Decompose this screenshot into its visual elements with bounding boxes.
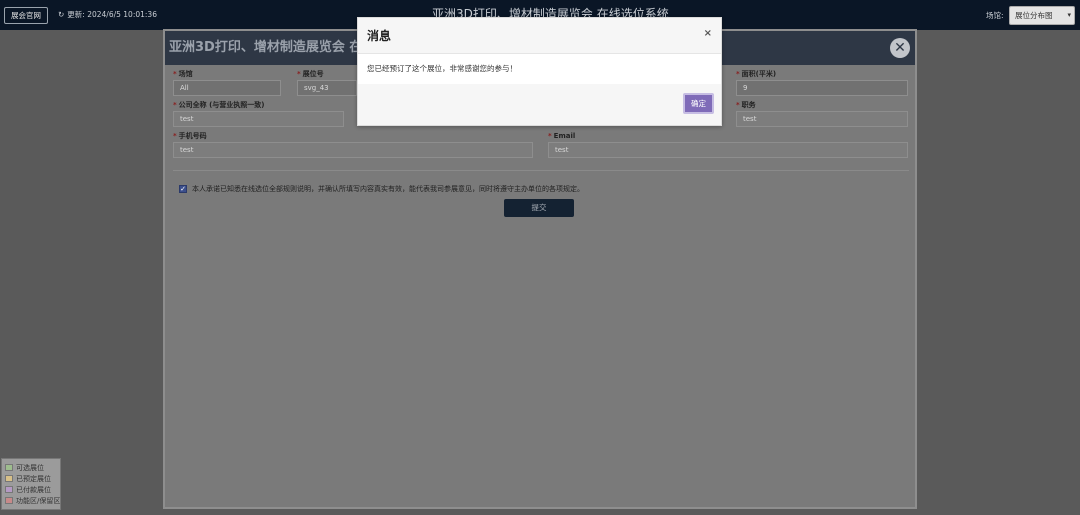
company-field-label: * 公司全称 (与营业执照一致) xyxy=(173,101,265,109)
dialog-body: 您已经预订了这个展位，非常感谢您的参与！ xyxy=(358,54,721,84)
position-field[interactable]: test xyxy=(736,111,908,127)
legend-swatch xyxy=(5,497,13,504)
agreement-checkbox[interactable]: ✓ xyxy=(179,185,187,193)
position-field-label: * 职务 xyxy=(736,101,756,109)
agreement-text: 本人承诺已知悉在线选位全部规则说明，并确认所填写内容真实有效，能代表我司参展意见… xyxy=(192,185,584,193)
booth-no-field-label: * 展位号 xyxy=(297,70,324,78)
phone-field-label: * 手机号码 xyxy=(173,132,207,140)
dialog-message: 您已经预订了这个展位，非常感谢您的参与！ xyxy=(367,64,517,73)
dialog-title: 消息 xyxy=(367,29,392,43)
message-dialog: 消息 × 您已经预订了这个展位，非常感谢您的参与！ 确定 xyxy=(357,17,722,126)
legend-item: 已预定展位 xyxy=(5,473,57,484)
company-field[interactable]: test xyxy=(173,111,344,127)
area-field-label: * 面积(平米) xyxy=(736,70,777,78)
legend-swatch xyxy=(5,486,13,493)
close-circle-icon[interactable]: ✕ xyxy=(890,38,910,58)
email-field-label: * Email xyxy=(548,132,576,140)
chevron-down-icon: ▾ xyxy=(1067,11,1071,19)
refresh-status[interactable]: ↻ 更新: 2024/6/5 10:01:36 xyxy=(58,10,157,20)
phone-field[interactable]: test xyxy=(173,142,533,158)
legend-item: 功能区/保留区 xyxy=(5,495,60,506)
official-site-button[interactable]: 展会官网 xyxy=(4,7,48,24)
venue-field-label: * 场馆 xyxy=(173,70,193,78)
legend-item: 已付款展位 xyxy=(5,484,57,495)
venue-field[interactable]: All xyxy=(173,80,281,96)
refresh-time: 更新: 2024/6/5 10:01:36 xyxy=(67,10,157,19)
agreement-row: ✓ 本人承诺已知悉在线选位全部规则说明，并确认所填写内容真实有效，能代表我司参展… xyxy=(179,184,584,194)
submit-button[interactable]: 提交 xyxy=(504,199,574,217)
confirm-button[interactable]: 确定 xyxy=(683,93,714,114)
booth-no-field[interactable]: svg_43 xyxy=(297,80,357,96)
venue-label: 场馆: xyxy=(986,11,1004,20)
email-field[interactable]: test xyxy=(548,142,908,158)
venue-select-value: 展位分布图 xyxy=(1015,11,1053,20)
legend-item: 可选展位 xyxy=(5,462,57,473)
form-title: 亚洲3D打印、增材制造展览会 在 xyxy=(169,40,363,55)
dialog-header: 消息 × xyxy=(358,18,721,54)
legend-swatch xyxy=(5,464,13,471)
booth-legend: 可选展位 已预定展位 已付款展位 功能区/保留区 xyxy=(1,458,61,510)
legend-swatch xyxy=(5,475,13,482)
close-icon[interactable]: × xyxy=(704,28,712,40)
refresh-icon[interactable]: ↻ xyxy=(58,10,64,20)
area-field[interactable]: 9 xyxy=(736,80,908,96)
venue-select[interactable]: 展位分布图 ▾ xyxy=(1009,6,1075,25)
form-divider xyxy=(173,170,909,171)
